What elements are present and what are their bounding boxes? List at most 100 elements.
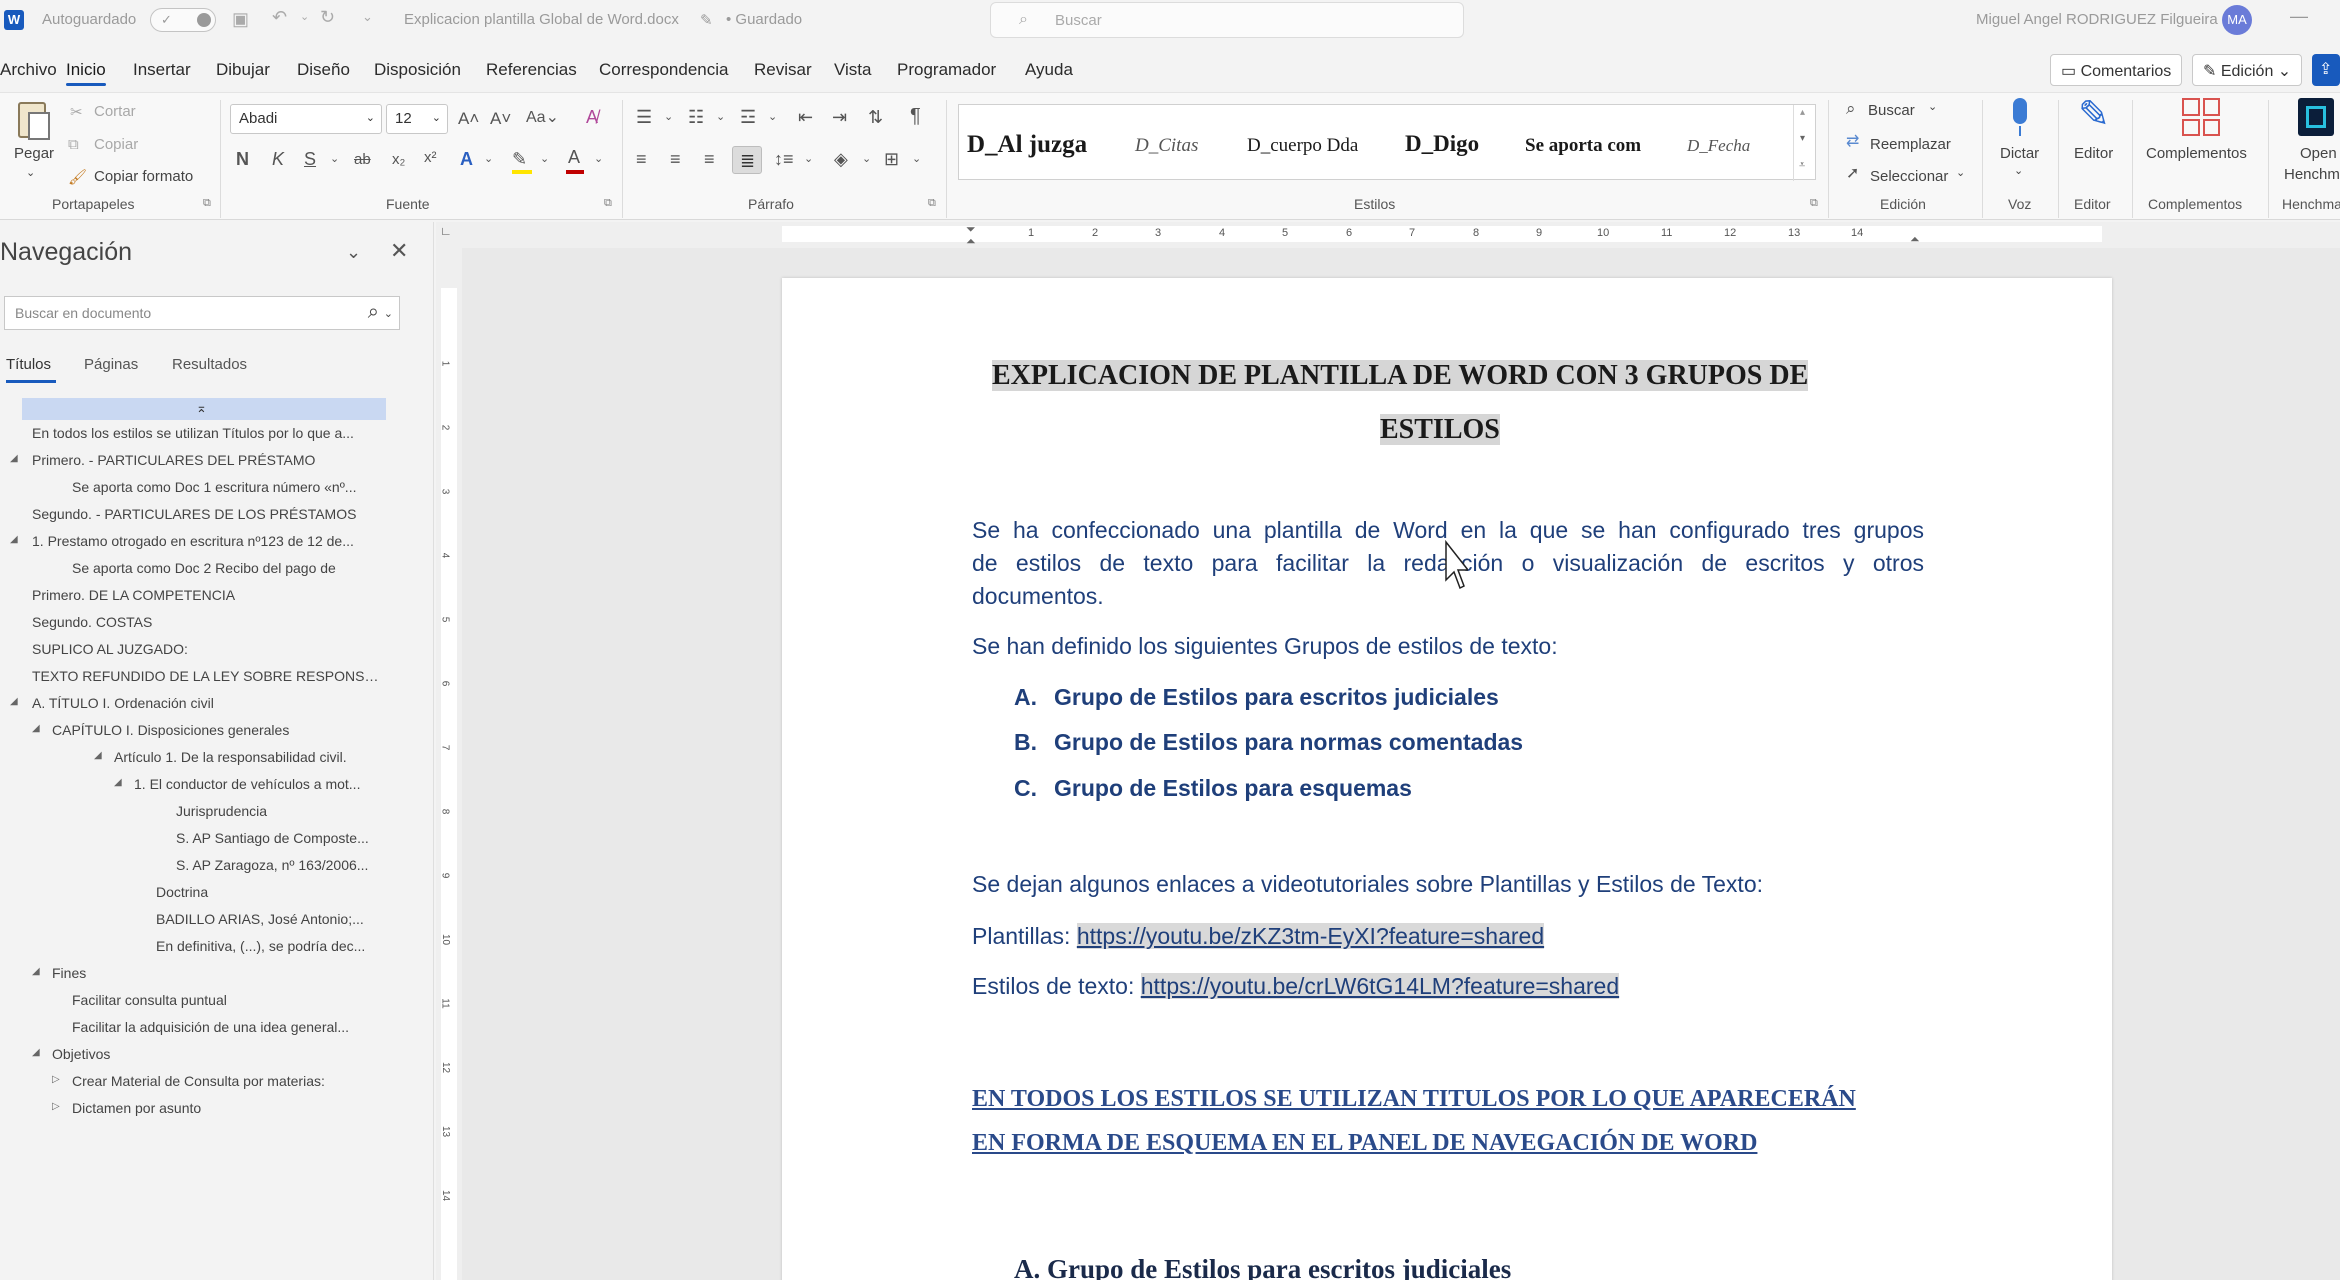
comments-button[interactable]: ▭ Comentarios (2050, 54, 2183, 86)
format-painter-button[interactable]: Copiar formato (94, 168, 193, 185)
strikethrough-icon[interactable]: ab (354, 152, 371, 167)
nav-heading-item[interactable]: Doctrina (156, 884, 384, 900)
expand-icon[interactable]: ▷ (52, 1101, 60, 1112)
decrease-indent-icon[interactable]: ⇤ (798, 108, 813, 126)
increase-indent-icon[interactable]: ⇥ (832, 108, 847, 126)
tab-resultados[interactable]: Resultados (172, 356, 247, 373)
nav-heading-item[interactable]: Facilitar consulta puntual (72, 992, 384, 1008)
document-page[interactable]: EXPLICACION DE PLANTILLA DE WORD CON 3 G… (782, 278, 2112, 1280)
undo-icon[interactable]: ↶ (272, 8, 287, 26)
style-d-al-juzga[interactable]: D_Al juzga (967, 131, 1087, 159)
align-center-icon[interactable]: ≡ (670, 150, 681, 168)
justify-button[interactable]: ≣ (732, 146, 762, 174)
nav-heading-item[interactable]: Segundo. COSTAS (32, 614, 384, 630)
cut-button[interactable]: Cortar (94, 103, 136, 120)
nav-heading-item[interactable]: Dictamen por asunto (72, 1100, 384, 1116)
underline-dropdown-icon[interactable]: ⌄ (330, 154, 339, 165)
tab-disposicion[interactable]: Disposición (374, 60, 461, 80)
paragraph-launcher-icon[interactable]: ⧉ (928, 197, 936, 210)
superscript-icon[interactable]: x² (424, 150, 437, 165)
collapse-icon[interactable]: ◢ (10, 696, 18, 707)
tab-selector-icon[interactable]: ∟ (440, 224, 452, 238)
nav-heading-item[interactable]: Primero. DE LA COMPETENCIA (32, 587, 384, 603)
tab-programador[interactable]: Programador (897, 60, 996, 80)
nav-heading-item[interactable]: Primero. - PARTICULARES DEL PRÉSTAMO (32, 452, 384, 468)
multilevel-list-icon[interactable]: ☲ (740, 108, 756, 126)
nav-heading-item[interactable]: Se aporta como Doc 2 Recibo del pago de (72, 560, 384, 576)
nav-heading-item[interactable]: Se aporta como Doc 1 escritura número «n… (72, 479, 384, 495)
nav-heading-item[interactable]: Segundo. - PARTICULARES DE LOS PRÉSTAMOS (32, 506, 384, 522)
save-icon[interactable]: ▣ (232, 10, 249, 28)
tab-correspondencia[interactable]: Correspondencia (599, 60, 728, 80)
multilevel-dropdown-icon[interactable]: ⌄ (768, 112, 777, 123)
vertical-ruler[interactable]: 1 2 3 4 5 6 7 8 9 10 11 12 13 14 (436, 248, 462, 1280)
line-spacing-icon[interactable]: ↕≡ (774, 150, 794, 168)
addins-icon[interactable] (2182, 98, 2220, 136)
bold-icon[interactable]: N (236, 150, 249, 168)
nav-heading-item[interactable]: Objetivos (52, 1046, 384, 1062)
numbering-dropdown-icon[interactable]: ⌄ (716, 112, 725, 123)
nav-heading-item[interactable]: A. TÍTULO I. Ordenación civil (32, 695, 384, 711)
nav-heading-item[interactable]: SUPLICO AL JUZGADO: (32, 641, 384, 657)
styles-down-icon[interactable]: ▾ (1800, 133, 1805, 144)
styles-launcher-icon[interactable]: ⧉ (1810, 197, 1818, 210)
copy-button[interactable]: Copiar (94, 136, 138, 153)
highlight-dropdown-icon[interactable]: ⌄ (540, 154, 549, 165)
editor-button[interactable]: Editor (2074, 145, 2113, 162)
font-color-dropdown-icon[interactable]: ⌄ (594, 154, 603, 165)
microphone-icon[interactable] (2008, 98, 2032, 138)
save-status[interactable]: • Guardado (726, 11, 802, 28)
expand-icon[interactable]: ▷ (52, 1074, 60, 1085)
tab-dibujar[interactable]: Dibujar (216, 60, 270, 80)
right-indent-icon[interactable]: ⏶ (1910, 232, 1920, 247)
minimize-icon[interactable]: — (2290, 6, 2308, 27)
plantillas-link[interactable]: https://youtu.be/zKZ3tm-EyXI?feature=sha… (1076, 923, 1545, 949)
style-se-aporta-com[interactable]: Se aporta com (1525, 135, 1641, 157)
collapse-icon[interactable]: ◢ (10, 453, 18, 464)
sort-icon[interactable]: ⇅ (868, 108, 883, 126)
highlight-icon[interactable]: ✎ (512, 150, 527, 168)
borders-icon[interactable]: ⊞ (884, 150, 899, 168)
search-box[interactable]: ⌕ Buscar (990, 2, 1464, 38)
text-effects-icon[interactable]: A (460, 150, 473, 168)
nav-heading-item[interactable]: En todos los estilos se utilizan Títulos… (32, 425, 384, 441)
redo-icon[interactable]: ↻ (320, 8, 335, 26)
tab-revisar[interactable]: Revisar (754, 60, 812, 80)
search-icon[interactable]: ⌕ (368, 301, 379, 324)
collapse-icon[interactable]: ◢ (32, 723, 40, 734)
tab-referencias[interactable]: Referencias (486, 60, 577, 80)
tab-insertar[interactable]: Insertar (133, 60, 191, 80)
shrink-font-icon[interactable]: A˅ (490, 110, 511, 127)
undo-dropdown-icon[interactable]: ⌄ (300, 12, 309, 23)
nav-heading-item[interactable]: Fines (52, 965, 384, 981)
tab-diseno[interactable]: Diseño (297, 60, 350, 80)
font-launcher-icon[interactable]: ⧉ (604, 197, 612, 210)
autosave-toggle[interactable]: ✓ (150, 8, 216, 32)
style-d-fecha[interactable]: D_Fecha (1687, 136, 1750, 156)
user-name[interactable]: Miguel Angel RODRIGUEZ Filgueira (1976, 11, 2218, 28)
nav-heading-item[interactable]: En definitiva, (...), se podría dec... (156, 938, 384, 954)
word-logo-icon[interactable]: W (4, 10, 24, 30)
grow-font-icon[interactable]: A˄ (458, 110, 479, 127)
styles-more-icon[interactable]: ⩡ (1799, 159, 1805, 172)
nav-heading-item[interactable]: 1. Prestamo otrogado en escritura nº123 … (32, 533, 384, 549)
tab-paginas[interactable]: Páginas (84, 356, 138, 373)
dictate-button[interactable]: Dictar (2000, 145, 2039, 162)
underline-icon[interactable]: S (304, 150, 316, 168)
borders-dropdown-icon[interactable]: ⌄ (912, 154, 921, 165)
collapse-icon[interactable]: ◢ (94, 750, 102, 761)
nav-options-icon[interactable]: ⌄ (346, 242, 361, 263)
henchman-icon[interactable] (2298, 98, 2334, 136)
left-indent-icon[interactable]: ⏶ (966, 234, 976, 249)
close-icon[interactable]: ✕ (390, 238, 408, 264)
nav-heading-item[interactable]: S. AP Zaragoza, nº 163/2006... (176, 857, 384, 873)
numbering-icon[interactable]: ☷ (688, 108, 704, 126)
share-button[interactable]: ⇪ (2312, 54, 2340, 86)
font-size-select[interactable]: 12 ⌄ (386, 104, 448, 134)
dictate-dropdown-icon[interactable]: ⌄ (2014, 164, 2023, 177)
nav-heading-item[interactable]: S. AP Santiago de Composte... (176, 830, 384, 846)
collapse-icon[interactable]: ◢ (32, 966, 40, 977)
tab-inicio[interactable]: Inicio (66, 60, 106, 86)
font-color-icon[interactable]: A (568, 148, 580, 166)
collapse-icon[interactable]: ◢ (10, 534, 18, 545)
